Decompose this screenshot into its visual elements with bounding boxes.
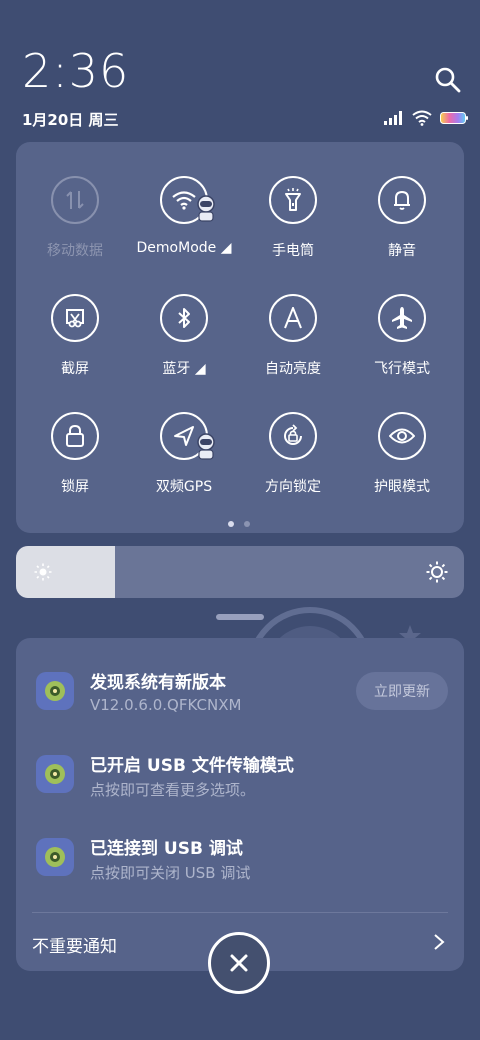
update-now-button[interactable]: 立即更新: [356, 672, 448, 710]
notification-title: 已连接到 USB 调试: [90, 839, 243, 859]
notification-panel: 发现系统有新版本 V12.0.6.0.QFKCNXM 立即更新 已开启 USB …: [16, 638, 464, 971]
page-dot-active: [228, 521, 234, 527]
wifi-icon: [412, 110, 432, 126]
page-indicator[interactable]: [228, 521, 250, 527]
sun-large-icon: [426, 561, 448, 583]
toggle-label: DemoMode ◢: [136, 240, 232, 256]
mobile-data-icon: [51, 176, 99, 224]
brightness-slider[interactable]: [16, 546, 464, 598]
quick-settings-panel: 移动数据 DemoMode ◢ 手电筒 静音 截屏 蓝牙 ◢ 自动亮度 飞行模式…: [16, 142, 464, 533]
notification-subtitle: 点按即可关闭 USB 调试: [90, 864, 251, 882]
unimportant-notifications-link[interactable]: 不重要通知: [32, 932, 117, 957]
eye-icon: [378, 412, 426, 460]
toggle-label: 手电筒: [272, 243, 314, 259]
clock[interactable]: 2:36: [22, 48, 129, 94]
toggle-label: 自动亮度: [265, 361, 321, 377]
toggle-label: 截屏: [61, 361, 89, 377]
rotation-lock-icon: [269, 412, 317, 460]
sun-small-icon: [34, 563, 52, 581]
divider: [32, 912, 448, 913]
toggle-label: 静音: [388, 243, 416, 259]
status-bar: [384, 109, 468, 127]
toggle-label: 蓝牙 ◢: [162, 361, 206, 377]
toggle-label: 方向锁定: [265, 479, 321, 495]
airplane-icon: [378, 294, 426, 342]
bluetooth-icon: [160, 294, 208, 342]
toggle-airplane[interactable]: 飞行模式: [348, 294, 458, 404]
screenshot-icon: [51, 294, 99, 342]
toggle-label: 护眼模式: [374, 479, 430, 495]
toggle-lock-screen[interactable]: 锁屏: [21, 412, 131, 522]
notification-subtitle: V12.0.6.0.QFKCNXM: [90, 696, 242, 714]
auto-brightness-icon: [269, 294, 317, 342]
lock-icon: [51, 412, 99, 460]
toggle-mobile-data[interactable]: 移动数据: [21, 176, 131, 286]
android-settings-icon: [36, 755, 74, 793]
close-icon: [230, 954, 248, 972]
notification-subtitle: 点按即可查看更多选项。: [90, 781, 256, 799]
toggle-wifi[interactable]: DemoMode ◢: [130, 176, 240, 286]
system-update-icon: [36, 672, 74, 710]
astronaut-icon: [197, 195, 215, 222]
toggle-silent[interactable]: 静音: [348, 176, 458, 286]
toggle-label: 移动数据: [47, 243, 103, 259]
notification-title: 发现系统有新版本: [90, 673, 226, 693]
toggle-label: 锁屏: [61, 479, 89, 495]
toggle-dual-gps[interactable]: 双频GPS: [130, 412, 240, 522]
signal-icon: [384, 111, 402, 125]
toggle-label: 双频GPS: [155, 479, 213, 495]
brightness-fill: [16, 546, 115, 598]
clear-all-button[interactable]: [208, 932, 270, 994]
toggle-flashlight[interactable]: 手电筒: [239, 176, 349, 286]
date[interactable]: 1月20日 周三: [22, 109, 119, 130]
search-icon[interactable]: [434, 66, 462, 94]
page-dot: [244, 521, 250, 527]
toggle-screenshot[interactable]: 截屏: [21, 294, 131, 404]
astronaut-icon: [197, 433, 215, 460]
toggle-rotation-lock[interactable]: 方向锁定: [239, 412, 349, 522]
toggle-eye-care[interactable]: 护眼模式: [348, 412, 458, 522]
notification-title: 已开启 USB 文件传输模式: [90, 756, 294, 776]
battery-icon: [440, 112, 468, 124]
toggle-bluetooth[interactable]: 蓝牙 ◢: [130, 294, 240, 404]
chevron-right-icon[interactable]: [432, 932, 446, 952]
toggle-label: 飞行模式: [374, 361, 430, 377]
bell-icon: [378, 176, 426, 224]
toggle-auto-brightness[interactable]: 自动亮度: [239, 294, 349, 404]
flashlight-icon: [269, 176, 317, 224]
android-settings-icon: [36, 838, 74, 876]
